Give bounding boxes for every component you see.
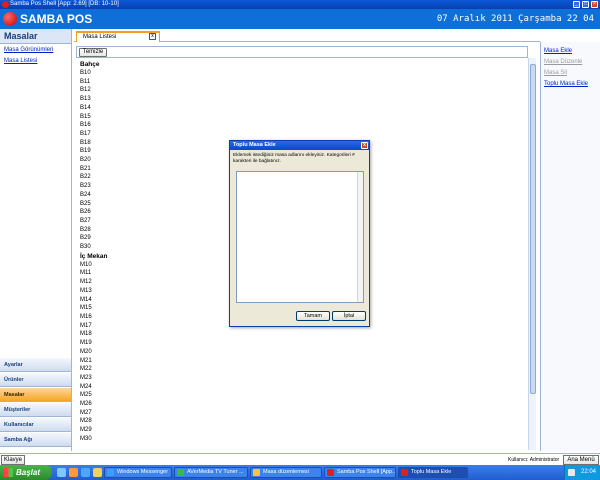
nav-item-4[interactable]: Kullanıcılar (0, 417, 71, 432)
task-app-icon (401, 469, 408, 476)
vertical-scrollbar[interactable] (528, 58, 536, 450)
table-row[interactable]: M29 (80, 426, 536, 435)
table-row[interactable]: M25 (80, 391, 536, 400)
status-bar: Klavye Kullanıcı: Administrator Ana Menü (0, 453, 600, 465)
table-row[interactable]: M24 (80, 383, 536, 392)
window-controls: _ □ × (573, 1, 598, 8)
table-row[interactable]: M21 (80, 357, 536, 366)
action-link-1: Masa Düzenle (544, 59, 583, 65)
action-link-0[interactable]: Masa Ekle (544, 46, 597, 57)
table-row[interactable]: M26 (80, 400, 536, 409)
table-row[interactable]: B12 (80, 86, 536, 95)
window-title: Samba Pos Shell [App: 2.69] [DB: 10-10] (10, 1, 119, 7)
table-row[interactable]: M20 (80, 348, 536, 357)
firefox-icon[interactable] (69, 468, 78, 477)
task-label: AVerMedia TV Tuner ... (187, 469, 244, 475)
table-row[interactable]: M23 (80, 374, 536, 383)
nav-item-2[interactable]: Masalar (0, 387, 71, 402)
table-row[interactable]: M28 (80, 417, 536, 426)
dialog-close-icon[interactable]: x (361, 142, 368, 149)
table-row[interactable]: B13 (80, 95, 536, 104)
bulk-add-tables-dialog: Toplu Masa Ekle x Eklemek istediğiniz ma… (229, 140, 370, 327)
samba-app-icon (2, 1, 9, 8)
left-panel-title: Masalar (0, 29, 71, 44)
task-label: Samba Pos Shell [App... (337, 469, 396, 475)
textarea-scrollbar[interactable] (357, 172, 363, 302)
module-nav: Ayarlar Ürünler Masalar Müşteriler Kullanıcı… (0, 357, 71, 447)
task-app-icon (107, 469, 114, 476)
link-masa-listesi[interactable]: Masa Listesi (0, 55, 71, 66)
ok-button[interactable]: Tamam (296, 311, 330, 321)
windows-flag-icon (4, 468, 13, 477)
dialog-title-bar[interactable]: Toplu Masa Ekle x (230, 141, 369, 150)
table-row[interactable]: B11 (80, 78, 536, 87)
windows-taskbar: Başlat Windows Messenger AVerMedia TV Tun… (0, 465, 600, 480)
dialog-message: Eklemek istediğiniz masa adlarını ekleyi… (233, 153, 355, 164)
taskbar-button-4[interactable]: Toplu Masa Ekle (398, 467, 468, 478)
window-title-bar[interactable]: Samba Pos Shell [App: 2.69] [DB: 10-10] … (0, 0, 600, 9)
main-menu-button[interactable]: Ana Menü (563, 455, 599, 465)
user-label: Kullanıcı: (508, 457, 529, 463)
tab-close-icon[interactable]: x (149, 33, 156, 40)
tab-masa-listesi[interactable]: Masa Listesi x (76, 31, 160, 42)
header-datetime: 07 Aralık 2011 Çarşamba 22 04 (436, 14, 594, 24)
cancel-button[interactable]: İptal (332, 311, 366, 321)
nav-item-0[interactable]: Ayarlar (0, 357, 71, 372)
list-toolbar: Temizle (76, 46, 528, 58)
table-row[interactable]: M27 (80, 409, 536, 418)
task-label: Windows Messenger (117, 469, 169, 475)
tray-clock: 22:04 (580, 469, 596, 475)
table-row[interactable]: M18 (80, 330, 536, 339)
minimize-icon[interactable]: _ (573, 1, 580, 8)
tray-network-icon[interactable] (568, 469, 575, 476)
samba-logo-icon (3, 12, 17, 26)
quick-launch (57, 468, 102, 477)
internet-explorer-icon[interactable] (81, 468, 90, 477)
taskbar-button-3[interactable]: Samba Pos Shell [App... (324, 467, 396, 478)
link-masa-gorunumleri[interactable]: Masa Görünümleri (0, 44, 71, 55)
table-row[interactable]: B10 (80, 69, 536, 78)
dialog-title: Toplu Masa Ekle (233, 142, 276, 148)
show-desktop-icon[interactable] (57, 468, 66, 477)
nav-item-1[interactable]: Ürünler (0, 372, 71, 387)
table-names-textarea[interactable] (236, 171, 364, 303)
system-tray: 22:04 (564, 465, 600, 480)
actions-panel: Masa Ekle Masa Düzenle Masa Sil Toplu Masa … (540, 42, 600, 451)
folder-icon[interactable] (93, 468, 102, 477)
table-row[interactable]: M22 (80, 365, 536, 374)
task-app-icon (177, 469, 184, 476)
start-button[interactable]: Başlat (0, 465, 52, 480)
task-label: Masa düzenlemesi (263, 469, 309, 475)
left-panel: Masalar Masa Görünümleri Masa Listesi Ay… (0, 29, 72, 451)
keyboard-button[interactable]: Klavye (1, 455, 25, 465)
table-row[interactable]: B14 (80, 104, 536, 113)
clear-button[interactable]: Temizle (79, 48, 107, 57)
category-header: Bahçe (80, 61, 100, 68)
start-label: Başlat (16, 468, 41, 477)
nav-item-3[interactable]: Müşteriler (0, 402, 71, 417)
scrollbar-thumb[interactable] (530, 64, 536, 394)
user-name: Administrator (529, 457, 560, 463)
user-info: Kullanıcı: Administrator (508, 456, 559, 464)
table-row[interactable]: B15 (80, 113, 536, 122)
table-row[interactable]: M19 (80, 339, 536, 348)
table-row[interactable]: M30 (80, 435, 536, 444)
tab-strip: Masa Listesi x (74, 29, 540, 42)
task-app-icon (253, 469, 260, 476)
brand-name: SAMBA POS (20, 12, 93, 26)
tab-label: Masa Listesi (83, 34, 117, 40)
taskbar-button-1[interactable]: AVerMedia TV Tuner ... (174, 467, 248, 478)
maximize-icon[interactable]: □ (582, 1, 589, 8)
nav-item-5[interactable]: Samba Ağı (0, 432, 71, 447)
task-label: Toplu Masa Ekle (411, 469, 452, 475)
table-row[interactable]: B17 (80, 130, 536, 139)
action-link-2: Masa Sil (544, 70, 568, 76)
table-row[interactable]: B16 (80, 121, 536, 130)
taskbar-button-0[interactable]: Windows Messenger (104, 467, 172, 478)
action-link-3[interactable]: Toplu Masa Ekle (544, 79, 597, 90)
task-app-icon (327, 469, 334, 476)
close-icon[interactable]: × (591, 1, 598, 8)
taskbar-button-2[interactable]: Masa düzenlemesi (250, 467, 322, 478)
app-header: SAMBA POS 07 Aralık 2011 Çarşamba 22 04 (0, 9, 600, 29)
